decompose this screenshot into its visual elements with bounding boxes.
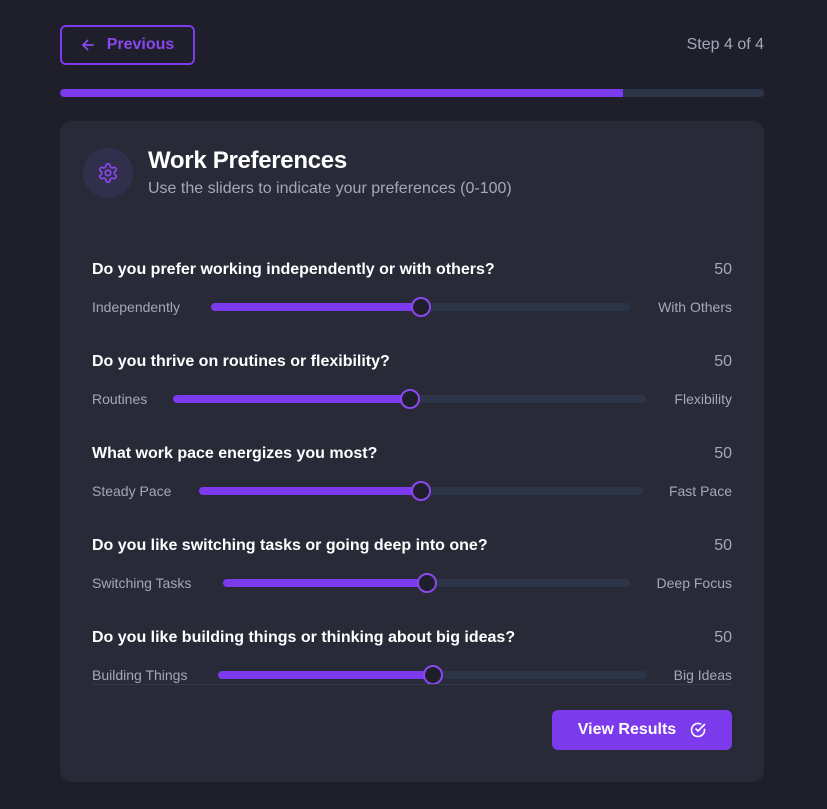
check-circle-icon [690,722,706,738]
slider-thumb[interactable] [399,389,420,409]
question-row: Do you prefer working independently or w… [92,261,732,341]
step-indicator: Step 4 of 4 [686,36,764,53]
slider-max-label: Fast Pace [668,483,732,499]
slider-max-label: With Others [658,299,732,315]
slider-value: 50 [714,537,732,554]
question-text: Do you thrive on routines or flexibility… [92,353,390,370]
slider-value: 50 [714,629,732,646]
preference-slider[interactable] [173,389,646,409]
slider-value: 50 [714,353,732,370]
slider-max-label: Deep Focus [656,575,732,591]
question-row: What work pace energizes you most? 50 Stea… [92,445,732,525]
preference-slider[interactable] [223,573,630,593]
view-results-button[interactable]: View Results [552,710,732,750]
divider [92,684,732,685]
slider-min-label: Routines [92,391,148,407]
question-text: Do you like switching tasks or going dee… [92,537,488,554]
slider-thumb[interactable] [416,573,437,593]
slider-min-label: Independently [92,299,180,315]
question-row: Do you like switching tasks or going dee… [92,537,732,617]
slider-fill [218,671,433,679]
preferences-card: Work Preferences Use the sliders to indi… [60,121,764,782]
previous-button-label: Previous [106,36,175,53]
slider-thumb[interactable] [410,297,431,317]
question-row: Do you thrive on routines or flexibility… [92,353,732,433]
preference-slider[interactable] [199,481,643,501]
previous-button[interactable]: Previous [60,25,195,65]
question-text: Do you like building things or thinking … [92,629,516,646]
slider-fill [173,395,410,403]
view-results-label: View Results [577,721,677,738]
question-text: What work pace energizes you most? [92,445,378,462]
preference-slider[interactable] [218,665,647,685]
slider-max-label: Big Ideas [673,667,732,683]
slider-thumb[interactable] [411,481,431,501]
slider-fill [199,487,421,495]
arrow-left-icon [81,38,95,52]
question-row: Do you like building things or thinking … [92,629,732,709]
slider-min-label: Building Things [92,667,188,683]
gear-icon [83,148,133,198]
card-subtitle: Use the sliders to indicate your prefere… [148,180,512,197]
card-title: Work Preferences [148,147,347,174]
slider-thumb[interactable] [422,665,443,685]
preference-slider[interactable] [211,297,630,317]
slider-fill [211,303,421,311]
slider-min-label: Steady Pace [92,483,172,499]
progress-bar-fill [60,89,624,97]
progress-bar [60,89,764,97]
slider-min-label: Switching Tasks [92,575,192,591]
slider-max-label: Flexibility [674,391,732,407]
question-text: Do you prefer working independently or w… [92,261,495,278]
slider-value: 50 [714,445,732,462]
slider-fill [223,579,427,587]
slider-value: 50 [714,261,732,278]
